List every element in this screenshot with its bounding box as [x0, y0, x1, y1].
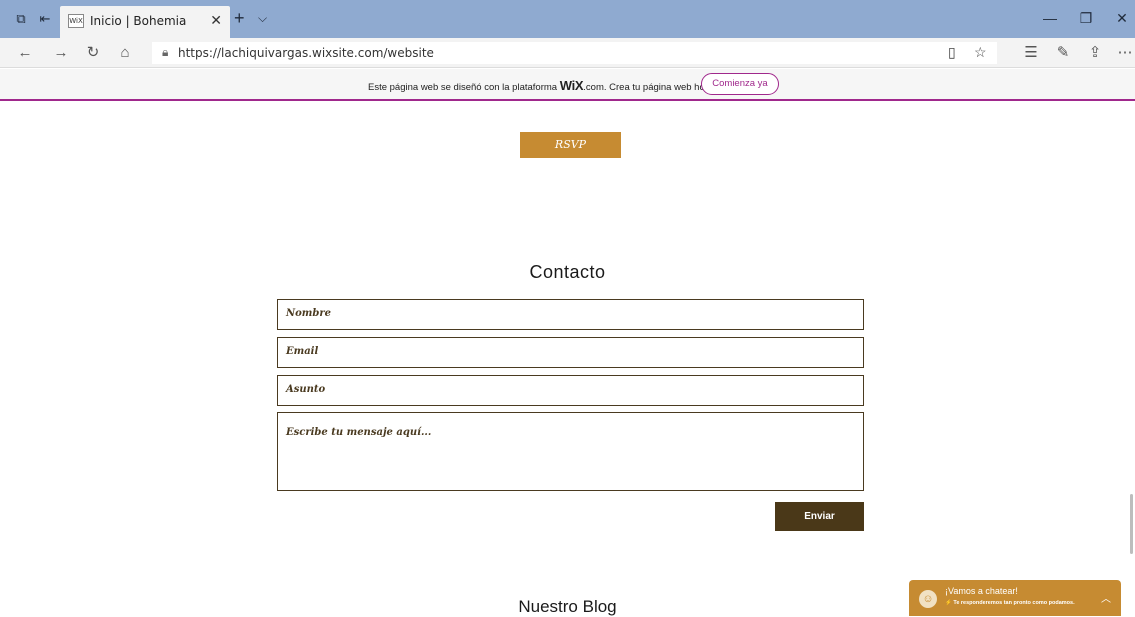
reading-view-icon[interactable]: ▯ — [948, 44, 956, 61]
chat-title: ¡Vamos a chatear! — [945, 586, 1018, 596]
restore-icon[interactable]: ❐ — [1076, 10, 1096, 27]
pen-icon[interactable]: ✎ — [1054, 44, 1072, 62]
tabs-aside-icon[interactable]: ⧉ — [12, 10, 30, 28]
subject-placeholder: Asunto — [286, 384, 326, 395]
address-bar[interactable]: 🔒︎ https://lachiquivargas.wixsite.com/we… — [152, 42, 997, 64]
forward-arrow-icon[interactable]: → — [52, 44, 70, 62]
url-text: https://lachiquivargas.wixsite.com/websi… — [178, 46, 434, 60]
share-icon[interactable]: ⇪ — [1086, 44, 1104, 62]
email-placeholder: Email — [286, 346, 319, 357]
tab-title: Inicio | Bohemia — [90, 14, 187, 28]
name-field[interactable]: Nombre — [277, 299, 864, 330]
wix-favicon-icon: WiX — [68, 14, 84, 28]
wix-banner: Este página web se diseñó con la platafo… — [0, 69, 1135, 101]
chat-widget[interactable]: ☺ ¡Vamos a chatear! ⚡ Te responderemos t… — [909, 580, 1121, 616]
active-tab[interactable]: WiX Inicio | Bohemia ✕ — [60, 6, 230, 38]
plus-icon[interactable]: + — [234, 9, 245, 27]
refresh-icon[interactable]: ↻ — [84, 44, 102, 62]
close-window-icon[interactable]: ✕ — [1112, 10, 1132, 27]
tab-bar: ⧉ ⇤ WiX Inicio | Bohemia ✕ + ⌵ — ❐ ✕ — [0, 0, 1135, 38]
chat-subtitle: ⚡ Te responderemos tan pronto como podam… — [945, 600, 1075, 606]
favorites-list-icon[interactable]: ☰ — [1022, 44, 1040, 62]
name-placeholder: Nombre — [286, 308, 332, 319]
navigation-bar: ← → ↻ ⌂ 🔒︎ https://lachiquivargas.wixsit… — [0, 38, 1135, 68]
back-arrow-icon[interactable]: ← — [16, 44, 34, 62]
send-button[interactable]: Enviar — [775, 502, 864, 531]
chevron-down-icon[interactable]: ⌵ — [258, 11, 267, 26]
wix-banner-text: Este página web se diseñó con la platafo… — [368, 78, 711, 93]
subject-field[interactable]: Asunto — [277, 375, 864, 406]
message-placeholder: Escribe tu mensaje aquí... — [286, 427, 432, 438]
chat-avatar-icon: ☺ — [919, 590, 937, 608]
more-icon[interactable]: ⋯ — [1116, 44, 1134, 62]
tabs-back-icon[interactable]: ⇤ — [36, 10, 54, 28]
scrollbar[interactable] — [1130, 494, 1133, 554]
minimize-icon[interactable]: — — [1040, 10, 1060, 26]
chevron-up-icon[interactable]: ︿ — [1101, 590, 1111, 605]
start-now-button[interactable]: Comienza ya — [701, 73, 779, 95]
contact-heading: Contacto — [529, 262, 606, 282]
wix-banner-text-after: .com. Crea tu página web hoy. — [583, 82, 712, 93]
lock-icon: 🔒︎ — [162, 45, 169, 59]
rsvp-button[interactable]: RSVP — [520, 132, 621, 158]
email-field[interactable]: Email — [277, 337, 864, 368]
wix-banner-text-before: Este página web se diseñó con la platafo… — [368, 82, 558, 93]
message-field[interactable]: Escribe tu mensaje aquí... — [277, 412, 864, 491]
star-icon[interactable]: ☆ — [974, 44, 987, 61]
close-icon[interactable]: ✕ — [210, 12, 222, 29]
home-icon[interactable]: ⌂ — [116, 44, 134, 62]
wix-logo: WiX — [559, 78, 584, 93]
